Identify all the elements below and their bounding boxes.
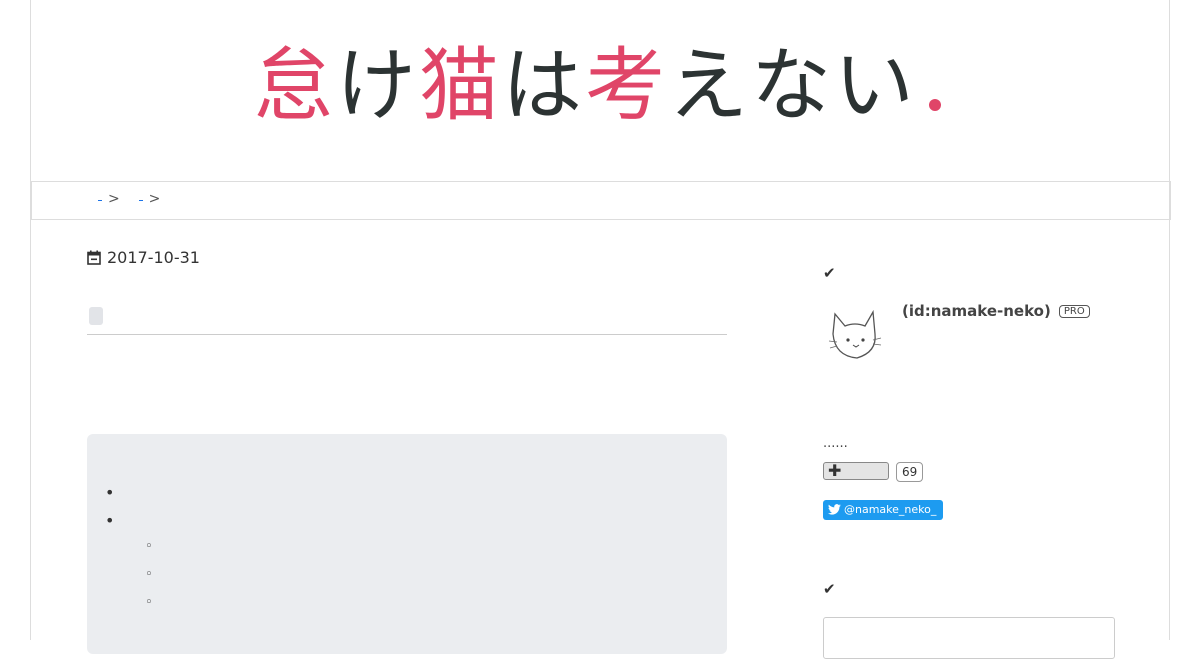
profile-description: ...... — [823, 436, 848, 451]
follow-button[interactable]: ✚ — [823, 461, 889, 480]
breadcrumb-link-home[interactable] — [98, 198, 102, 201]
profile-name[interactable]: (id:namake-neko) PRO — [902, 302, 1090, 320]
follower-count: 69 — [896, 462, 924, 482]
toc-bullet[interactable]: • — [105, 483, 114, 502]
sidebar-heading-check-icon: ✔ — [823, 580, 836, 598]
article-title-placeholder — [89, 307, 103, 325]
sidebar-heading-check-icon: ✔ — [823, 264, 836, 282]
twitter-follow-button[interactable]: @namake_neko_ — [823, 500, 944, 520]
breadcrumb-link-category[interactable] — [138, 198, 143, 201]
logo-char: 猫 — [419, 39, 502, 132]
table-of-contents: • • ◦ ◦ ◦ — [87, 434, 727, 654]
logo-char: 怠 — [253, 39, 336, 132]
sidebar-widget-box — [823, 617, 1115, 659]
logo-char: け — [336, 39, 419, 132]
logo-char: な — [751, 39, 834, 132]
toc-bullet[interactable]: • — [105, 511, 114, 530]
article-date: 2017-10-31 — [87, 248, 200, 267]
toc-sub-bullet[interactable]: ◦ — [145, 567, 153, 582]
breadcrumb: > > — [31, 181, 1171, 220]
profile-id-text[interactable]: (id:namake-neko) — [902, 302, 1051, 320]
twitter-icon — [828, 504, 841, 515]
logo-char: 考 — [585, 39, 668, 132]
pro-badge: PRO — [1058, 305, 1090, 318]
page-frame: 怠け猫は考えない > > 2017-10-31 • • ◦ ◦ ◦ ✔ (id:… — [30, 0, 1171, 659]
logo-char: は — [502, 39, 585, 132]
site-logo[interactable]: 怠け猫は考えない — [31, 0, 1171, 181]
calendar-icon — [87, 250, 101, 265]
cat-avatar-icon — [828, 309, 882, 359]
site-title[interactable]: 怠け猫は考えない — [253, 38, 941, 134]
breadcrumb-separator: > — [148, 191, 161, 207]
logo-char: い — [834, 39, 917, 132]
article-date-text: 2017-10-31 — [107, 248, 200, 267]
twitter-handle[interactable]: @namake_neko_ — [844, 503, 936, 516]
plus-icon: ✚ — [828, 461, 842, 480]
toc-sub-bullet[interactable]: ◦ — [145, 539, 153, 554]
logo-char: え — [668, 39, 751, 132]
toc-sub-bullet[interactable]: ◦ — [145, 595, 153, 610]
breadcrumb-separator: > — [108, 191, 120, 207]
profile-avatar[interactable] — [823, 300, 889, 366]
title-divider — [87, 334, 727, 335]
logo-dot — [929, 99, 941, 111]
